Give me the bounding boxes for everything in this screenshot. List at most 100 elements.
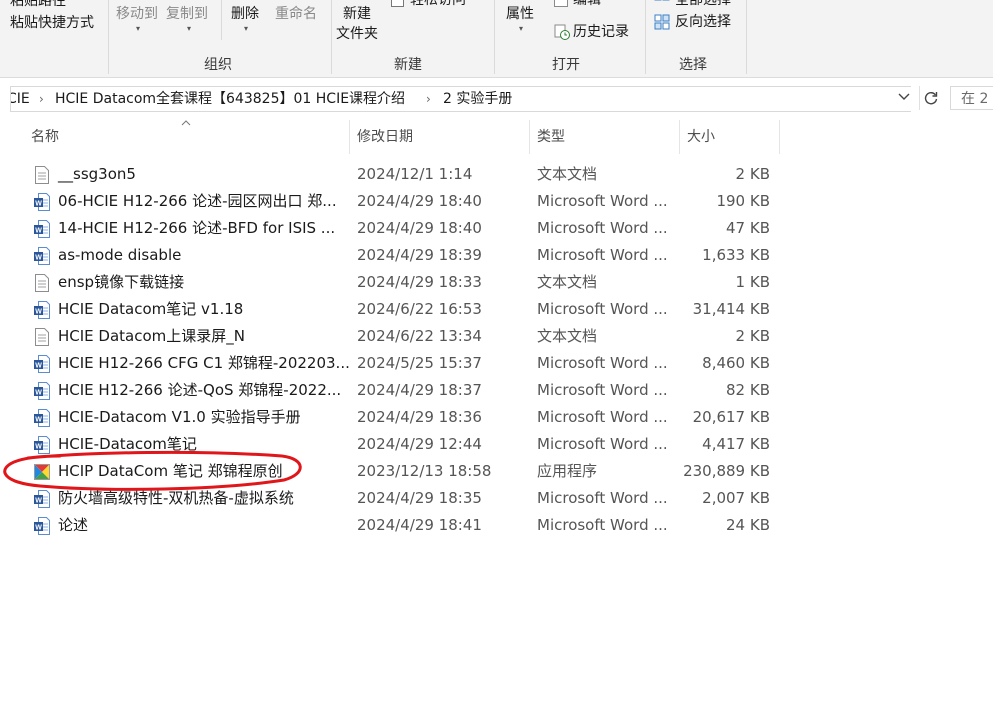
file-row[interactable]: W HCIE Datacom笔记 v1.18 2024/6/22 16:53 M…	[28, 296, 788, 323]
invert-selection-icon	[654, 14, 670, 30]
file-type: Microsoft Word ...	[537, 246, 668, 264]
checkbox-icon[interactable]	[391, 0, 404, 7]
chevron-down-icon[interactable]	[897, 89, 911, 107]
file-row[interactable]: W 14-HCIE H12-266 论述-BFD for ISIS ... 20…	[28, 215, 788, 242]
column-divider[interactable]	[679, 120, 680, 154]
file-type: 文本文档	[537, 273, 598, 291]
svg-text:W: W	[35, 444, 42, 451]
move-to-button[interactable]: 移动到	[116, 5, 158, 23]
file-size: 8,460 KB	[702, 354, 770, 372]
file-date: 2024/4/29 18:40	[357, 219, 482, 237]
file-name: HCIE-Datacom笔记	[58, 435, 197, 453]
file-size: 31,414 KB	[692, 300, 770, 318]
file-name: 防火墙高级特性-双机热备-虚拟系统	[58, 489, 294, 507]
dropdown-arrow-icon: ▾	[136, 24, 141, 33]
word-file-icon: W	[34, 220, 50, 238]
new-folder-button-line2[interactable]: 文件夹	[336, 25, 378, 43]
svg-text:W: W	[35, 309, 42, 316]
column-header-name[interactable]: 名称	[31, 120, 59, 152]
breadcrumb[interactable]: CIE › HCIE Datacom全套课程【643825】01 HCIE课程介…	[10, 86, 911, 112]
file-row[interactable]: W HCIE H12-266 论述-QoS 郑锦程-2022... 2024/4…	[28, 377, 788, 404]
file-name: __ssg3on5	[58, 165, 136, 183]
column-divider[interactable]	[779, 120, 780, 154]
breadcrumb-item[interactable]: CIE	[11, 87, 30, 111]
file-date: 2024/6/22 13:34	[357, 327, 482, 345]
file-size: 4,417 KB	[702, 435, 770, 453]
file-date: 2024/4/29 18:35	[357, 489, 482, 507]
ribbon-separator	[494, 0, 495, 74]
svg-text:W: W	[35, 228, 42, 235]
select-all-button[interactable]: 全部选择	[675, 0, 731, 9]
file-name: HCIE H12-266 CFG C1 郑锦程-202203...	[58, 354, 350, 372]
rename-button[interactable]: 重命名	[275, 5, 317, 23]
column-divider[interactable]	[529, 120, 530, 154]
column-header-date[interactable]: 修改日期	[357, 120, 413, 152]
file-row[interactable]: HCIP DataCom 笔记 郑锦程原创 2023/12/13 18:58 应…	[28, 458, 788, 485]
file-type: 文本文档	[537, 327, 598, 345]
file-row[interactable]: ensp镜像下载链接 2024/4/29 18:33 文本文档 1 KB	[28, 269, 788, 296]
ribbon-separator	[108, 0, 109, 74]
word-file-icon: W	[34, 436, 50, 454]
file-row[interactable]: W HCIE-Datacom V1.0 实验指导手册 2024/4/29 18:…	[28, 404, 788, 431]
file-type: 应用程序	[537, 462, 598, 480]
group-label-select: 选择	[679, 57, 707, 73]
file-row[interactable]: W as-mode disable 2024/4/29 18:39 Micros…	[28, 242, 788, 269]
file-size: 190 KB	[716, 192, 770, 210]
column-divider[interactable]	[349, 120, 350, 154]
file-size: 20,617 KB	[692, 408, 770, 426]
group-label-new: 新建	[394, 57, 422, 73]
chevron-right-icon[interactable]: ›	[39, 87, 44, 111]
refresh-icon[interactable]	[919, 86, 942, 110]
file-row[interactable]: W HCIE H12-266 CFG C1 郑锦程-202203... 2024…	[28, 350, 788, 377]
file-date: 2024/4/29 18:40	[357, 192, 482, 210]
properties-button[interactable]: 属性	[506, 5, 534, 23]
word-file-icon: W	[34, 301, 50, 319]
ribbon-separator	[331, 0, 332, 74]
word-file-icon: W	[34, 247, 50, 265]
file-row[interactable]: W 论述 2024/4/29 18:41 Microsoft Word ... …	[28, 512, 788, 539]
new-folder-button[interactable]: 新建	[343, 5, 371, 23]
file-size: 24 KB	[726, 516, 770, 534]
file-size: 82 KB	[726, 381, 770, 399]
file-type: Microsoft Word ...	[537, 381, 668, 399]
column-header-size[interactable]: 大小	[687, 120, 715, 152]
file-row[interactable]: __ssg3on5 2024/12/1 1:14 文本文档 2 KB	[28, 161, 788, 188]
file-size: 2,007 KB	[702, 489, 770, 507]
file-row[interactable]: W 06-HCIE H12-266 论述-园区网出口 郑... 2024/4/2…	[28, 188, 788, 215]
search-input[interactable]: 在 2	[950, 86, 993, 110]
file-name: HCIE Datacom笔记 v1.18	[58, 300, 244, 318]
ribbon-separator	[746, 0, 747, 74]
column-header-row: 名称 修改日期 类型 大小	[0, 120, 993, 154]
file-row[interactable]: HCIE Datacom上课录屏_N 2024/6/22 13:34 文本文档 …	[28, 323, 788, 350]
file-size: 1,633 KB	[702, 246, 770, 264]
history-button[interactable]: 历史记录	[573, 23, 629, 41]
file-type: Microsoft Word ...	[537, 489, 668, 507]
file-type: Microsoft Word ...	[537, 408, 668, 426]
file-date: 2023/12/13 18:58	[357, 462, 492, 480]
word-file-icon: W	[34, 382, 50, 400]
file-name: 14-HCIE H12-266 论述-BFD for ISIS ...	[58, 219, 336, 237]
easy-access-button[interactable]: 轻松访问	[410, 0, 466, 9]
file-type: Microsoft Word ...	[537, 354, 668, 372]
file-row[interactable]: W HCIE-Datacom笔记 2024/4/29 12:44 Microso…	[28, 431, 788, 458]
breadcrumb-item-current[interactable]: 2 实验手册	[443, 87, 512, 111]
address-bar: CIE › HCIE Datacom全套课程【643825】01 HCIE课程介…	[0, 83, 993, 113]
copy-to-button[interactable]: 复制到	[166, 5, 208, 23]
file-size: 2 KB	[735, 165, 770, 183]
svg-text:W: W	[35, 417, 42, 424]
edit-button[interactable]: 编辑	[573, 0, 601, 9]
column-header-type[interactable]: 类型	[537, 120, 565, 152]
history-icon	[554, 24, 570, 40]
paste-path-button[interactable]: 粘贴路径	[10, 0, 66, 10]
invert-selection-button[interactable]: 反向选择	[675, 13, 731, 31]
svg-text:W: W	[35, 201, 42, 208]
delete-button[interactable]: 删除	[231, 5, 259, 23]
paste-shortcut-button[interactable]: 粘贴快捷方式	[10, 14, 94, 32]
chevron-right-icon[interactable]: ›	[426, 87, 431, 111]
file-date: 2024/4/29 18:41	[357, 516, 482, 534]
word-file-icon: W	[34, 355, 50, 373]
text-file-icon	[35, 166, 49, 184]
breadcrumb-item[interactable]: HCIE Datacom全套课程【643825】01 HCIE课程介绍	[55, 87, 405, 111]
file-row[interactable]: W 防火墙高级特性-双机热备-虚拟系统 2024/4/29 18:35 Micr…	[28, 485, 788, 512]
svg-text:W: W	[35, 390, 42, 397]
